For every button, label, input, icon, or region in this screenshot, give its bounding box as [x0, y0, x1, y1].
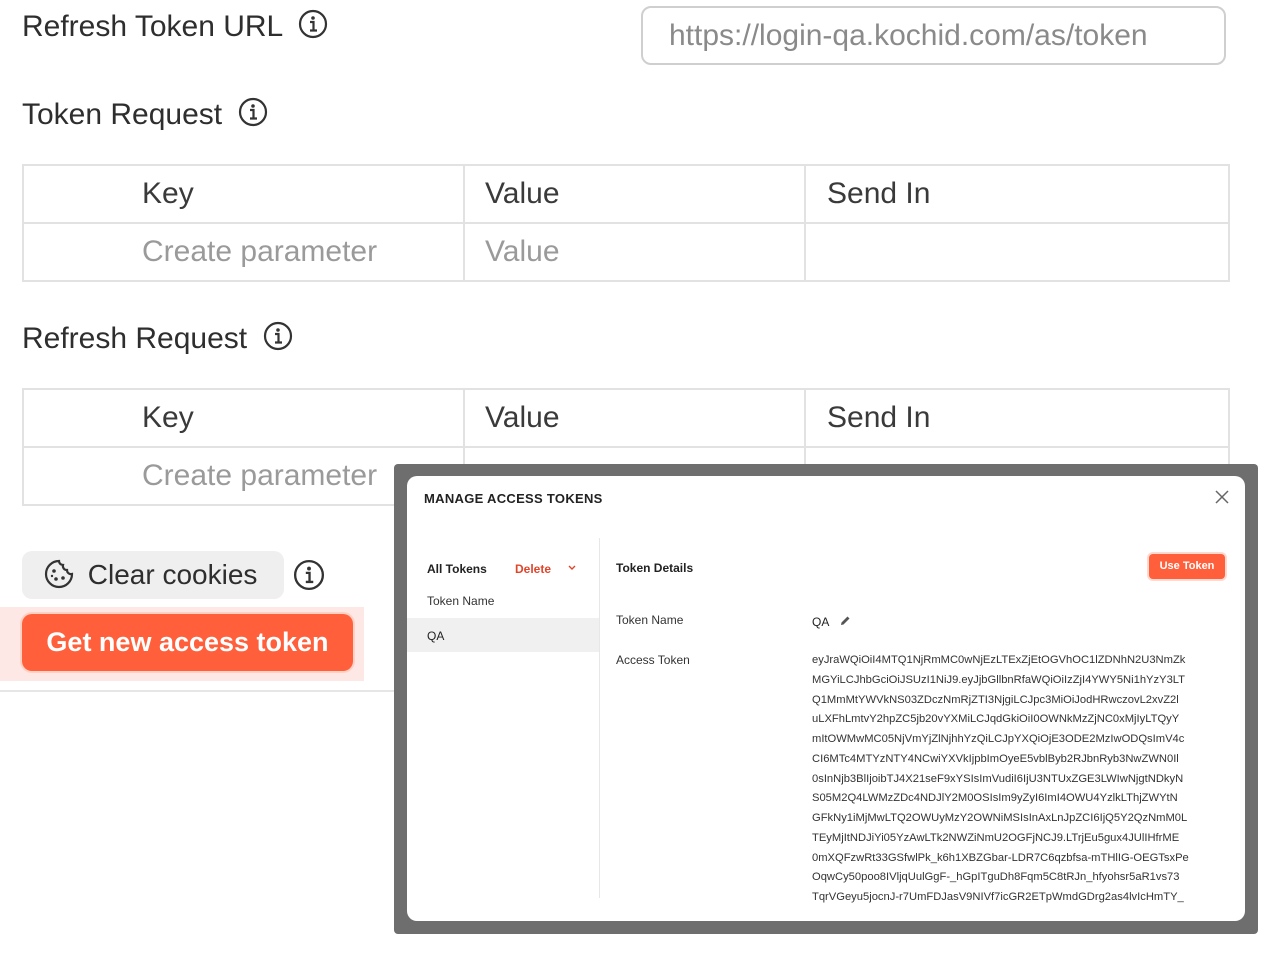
table-row: Create parameter Value: [22, 222, 1230, 282]
token-line: eyJraWQiOiI4MTQ1NjRmMC0wNjEzLTExZjEtOGVh…: [812, 654, 1186, 666]
info-icon[interactable]: [263, 321, 293, 351]
key-input[interactable]: Create parameter: [22, 222, 465, 282]
send-in-header: Send In: [804, 388, 1230, 448]
info-icon[interactable]: [298, 9, 328, 39]
manage-access-tokens-modal: MANAGE ACCESS TOKENS All Tokens Delete T…: [407, 476, 1245, 921]
table-header-row: Key Value Send In: [22, 388, 1230, 448]
token-line: 0sInNjb3BlIjoibTJ4X21seF9xYSIsImVudiI6Ij…: [812, 772, 1184, 785]
send-in-header: Send In: [804, 164, 1230, 224]
token-line: OqwCy50poo8IVljqUulGgF-_hGpITguDh8Fqm5C8…: [812, 871, 1180, 884]
token-line: TEyMjItNDJiYi05YzAwLTk2NWZiNmU2OGFjNCJ9.…: [812, 831, 1180, 844]
close-icon[interactable]: [1214, 489, 1230, 505]
clear-cookies-label: Clear cookies: [87, 559, 258, 590]
refresh-token-url-input[interactable]: https://login-qa.kochid.com/as/token: [641, 6, 1226, 65]
token-line: TqrVGeyu5jocnJ-r7UmFDJasV9NIVf7icGR2ETpW…: [812, 891, 1184, 903]
clear-cookies-button[interactable]: Clear cookies: [22, 551, 284, 599]
send-in-select[interactable]: [804, 222, 1230, 282]
refresh-request-title: Refresh Request: [22, 321, 293, 356]
token-line: S05M2Q4LWMzZDc4NDJlY2M0OSIsIm9yZyI6ImI4O…: [812, 792, 1178, 805]
modal-title: MANAGE ACCESS TOKENS: [424, 491, 603, 506]
token-list-item[interactable]: QA: [407, 618, 599, 652]
value-header: Value: [463, 388, 806, 448]
info-icon[interactable]: [238, 97, 268, 127]
token-line: Q1MmMtYWVkNS03ZDczNmRjZTI3NjgiLCJpc3MiOi…: [812, 693, 1179, 706]
token-line: CI6MTc4MTYzNTY4NCwiYXVkIjpbImOyeE5vblByb…: [812, 752, 1179, 765]
all-tokens-label: All Tokens: [427, 562, 487, 576]
token-name-label: Token Name: [616, 613, 684, 627]
token-line: mItOWMwMC05NjVmYjZlNjhhYzQiLCJpYXQiOjE3O…: [812, 733, 1185, 745]
get-new-access-token-button[interactable]: Get new access token: [22, 614, 353, 671]
access-token-label: Access Token: [616, 653, 690, 667]
key-header: Key: [22, 388, 465, 448]
info-icon[interactable]: [293, 559, 325, 591]
token-name-column-header: Token Name: [427, 594, 495, 608]
table-header-row: Key Value Send In: [22, 164, 1230, 224]
refresh-token-url-label: Refresh Token URL: [22, 9, 328, 44]
access-token-value: eyJraWQiOiI4MTQ1NjRmMC0wNjEzLTExZjEtOGVh…: [812, 651, 1232, 908]
chevron-down-icon[interactable]: [567, 564, 577, 572]
token-line: uLXFhLmtvY2hpZC5jb20vYXMiLCJqdGkiOiI0OWN…: [812, 713, 1180, 726]
cookie-icon: [44, 559, 74, 588]
token-line: GFkNy1iMjMwLTQ2OWUyMzY2OWNiMSIsInAxLnJpZ…: [812, 812, 1188, 824]
value-input[interactable]: Value: [463, 222, 806, 282]
pencil-icon[interactable]: [839, 615, 851, 627]
token-line: 0mXQFzwRt33GSfwlPk_k6h1XBZGbar-LDR7C6qzb…: [812, 851, 1189, 864]
token-line: MGYiLCJhbGciOiJSUzI1NiJ9.eyJjbGllbnRfaWQ…: [812, 673, 1186, 686]
key-header: Key: [22, 164, 465, 224]
token-name-value: QA: [812, 615, 830, 629]
value-header: Value: [463, 164, 806, 224]
token-request-title: Token Request: [22, 97, 268, 132]
use-token-button[interactable]: Use Token: [1149, 554, 1225, 579]
token-request-table: Key Value Send In Create parameter Value: [22, 164, 1230, 282]
token-list-pane: All Tokens Delete Token Name QA: [407, 538, 600, 898]
delete-button[interactable]: Delete: [515, 562, 551, 576]
divider: [0, 690, 400, 692]
token-list-item-label: QA: [427, 629, 445, 643]
token-details-title: Token Details: [616, 561, 694, 575]
